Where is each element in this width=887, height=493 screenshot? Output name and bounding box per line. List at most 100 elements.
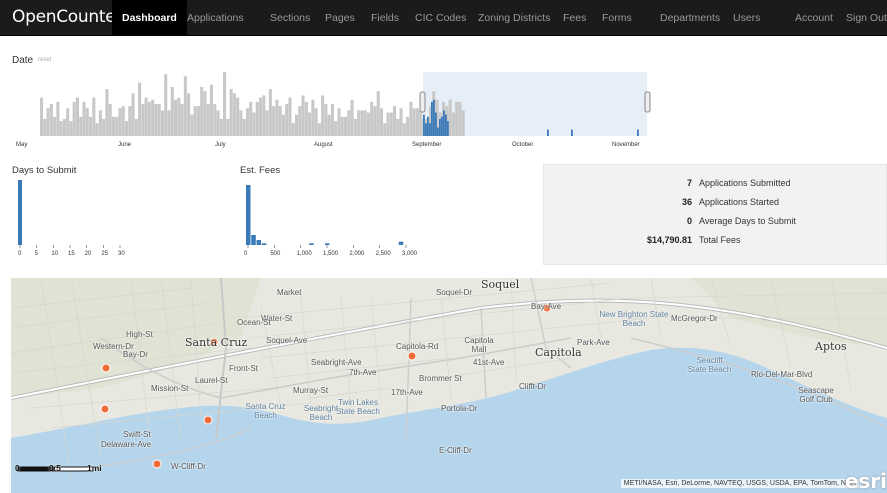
timeline-selected-bar [445, 114, 447, 136]
timeline-bar [272, 106, 276, 136]
timeline-bar [406, 116, 410, 136]
map-scale-label-1mi: 1mi [87, 463, 102, 473]
map-label-capitola-mall: Capitola Mall [464, 336, 494, 354]
map-label-santa-cruz-beach: Santa Cruz Beach [245, 402, 286, 420]
timeline-bar [298, 106, 302, 136]
map-road-label: Bay-Dr [123, 350, 148, 359]
nav-zoning-districts[interactable]: Zoning Districts [478, 0, 550, 36]
timeline-bar [56, 101, 60, 136]
timeline-bar [216, 110, 220, 136]
timeline-month-label: October [512, 142, 533, 148]
timeline-bar [170, 86, 174, 136]
map-basemap [11, 278, 887, 493]
top-navbar: OpenCounter Dashboard Applications Secti… [0, 0, 887, 36]
nav-users[interactable]: Users [733, 0, 760, 36]
nav-pages[interactable]: Pages [325, 0, 355, 36]
map-label-new-brighton: New Brighton State Beach [599, 310, 669, 328]
fees-tick-label: 1,500 [323, 251, 339, 257]
timeline-bar [164, 74, 168, 136]
timeline-selected-bar [429, 123, 431, 136]
timeline-bar [66, 108, 70, 136]
timeline-bar [59, 121, 63, 136]
nav-applications[interactable]: Applications [187, 0, 244, 36]
timeline-month-label: June [118, 142, 132, 148]
timeline-bar [180, 104, 184, 136]
map-road-label: Brommer St [419, 374, 462, 383]
timeline-month-label: July [215, 142, 226, 148]
stat-label: Applications Submitted [699, 178, 791, 188]
timeline-bar [46, 108, 50, 136]
timeline-bar [357, 110, 361, 136]
timeline-bar [324, 104, 328, 136]
nav-forms[interactable]: Forms [602, 0, 632, 36]
map-road-label: Capitola-Rd [396, 342, 439, 351]
timeline-bar [340, 116, 344, 136]
timeline-brush-handle-right[interactable] [644, 91, 651, 113]
map-road-label: Mission-St [151, 384, 189, 393]
nav-cic-codes[interactable]: CIC Codes [415, 0, 466, 36]
timeline-bar [337, 108, 341, 136]
map-road-label: Ocean-St [237, 318, 271, 327]
timeline-bar [268, 89, 272, 136]
nav-fields[interactable]: Fields [371, 0, 399, 36]
nav-departments[interactable]: Departments [660, 0, 720, 36]
timeline-bar [69, 121, 73, 136]
map-road-label: Bay-Ave [531, 302, 562, 311]
timeline-bar [151, 99, 155, 136]
applications-map[interactable]: Santa Cruz Capitola Aptos Soquel New Bri… [11, 278, 887, 493]
map-label-soquel: Soquel [481, 278, 520, 291]
est-fees-chart[interactable]: 0 500 1,000 1,500 2,000 2,500 3,000 [238, 175, 438, 265]
map-road-label: Swift-St [123, 430, 151, 439]
esri-logo: esri [844, 469, 887, 493]
timeline-reset-link[interactable]: reset [38, 57, 51, 63]
timeline-bar [131, 93, 135, 136]
fees-bar [261, 243, 267, 245]
map-road-label: Laurel-St [195, 376, 228, 385]
timeline-bar [262, 95, 266, 136]
map-scale-label-half: 0.5 [49, 463, 61, 473]
fees-bar [251, 235, 256, 245]
timeline-bar [448, 99, 452, 136]
timeline-bar [330, 104, 334, 136]
timeline-chart[interactable]: May June July August September October Novembe… [0, 66, 887, 152]
fees-tick-label: 2,500 [376, 251, 392, 257]
timeline-bar [134, 118, 138, 136]
timeline-bar [301, 95, 305, 136]
map-road-label: High-St [126, 330, 153, 339]
timeline-bar [393, 106, 397, 136]
days-tick-label: 20 [85, 251, 92, 257]
timeline-bar [294, 114, 299, 136]
timeline-bar [75, 97, 80, 136]
fees-tick-label: 0 [244, 251, 248, 257]
stat-value: 36 [681, 197, 692, 207]
days-tick-label: 10 [51, 251, 58, 257]
timeline-bar [43, 118, 47, 136]
timeline-bar [82, 101, 86, 136]
timeline-bar [209, 84, 214, 136]
fees-bar [256, 240, 262, 245]
nav-sections[interactable]: Sections [270, 0, 310, 36]
timeline-selected-bar [437, 127, 439, 136]
timeline-bar [141, 104, 145, 136]
map-road-label: Delaware-Ave [101, 440, 152, 449]
timeline-bar [187, 93, 191, 136]
timeline-bar [353, 118, 357, 136]
map-road-label: McGregor-Dr [671, 314, 718, 323]
timeline-selected-bar [547, 129, 549, 136]
nav-dashboard[interactable]: Dashboard [112, 0, 187, 36]
timeline-bar [213, 104, 217, 136]
timeline-bar [157, 104, 161, 136]
days-tick-label: 15 [68, 251, 75, 257]
timeline-bar [327, 114, 331, 136]
nav-account[interactable]: Account [795, 0, 833, 36]
nav-fees[interactable]: Fees [563, 0, 586, 36]
brand-logo[interactable]: OpenCounter [12, 7, 122, 27]
timeline-selected-bar [443, 110, 445, 136]
days-to-submit-chart[interactable]: 0 5 10 15 20 25 30 [10, 175, 150, 265]
timeline-title: Date [12, 55, 34, 66]
timeline-month-label: November [612, 142, 640, 148]
nav-sign-out[interactable]: Sign Out [846, 0, 887, 36]
timeline-brush-handle-left[interactable] [419, 91, 426, 113]
timeline-bar [278, 106, 282, 136]
fees-bar [325, 243, 330, 245]
